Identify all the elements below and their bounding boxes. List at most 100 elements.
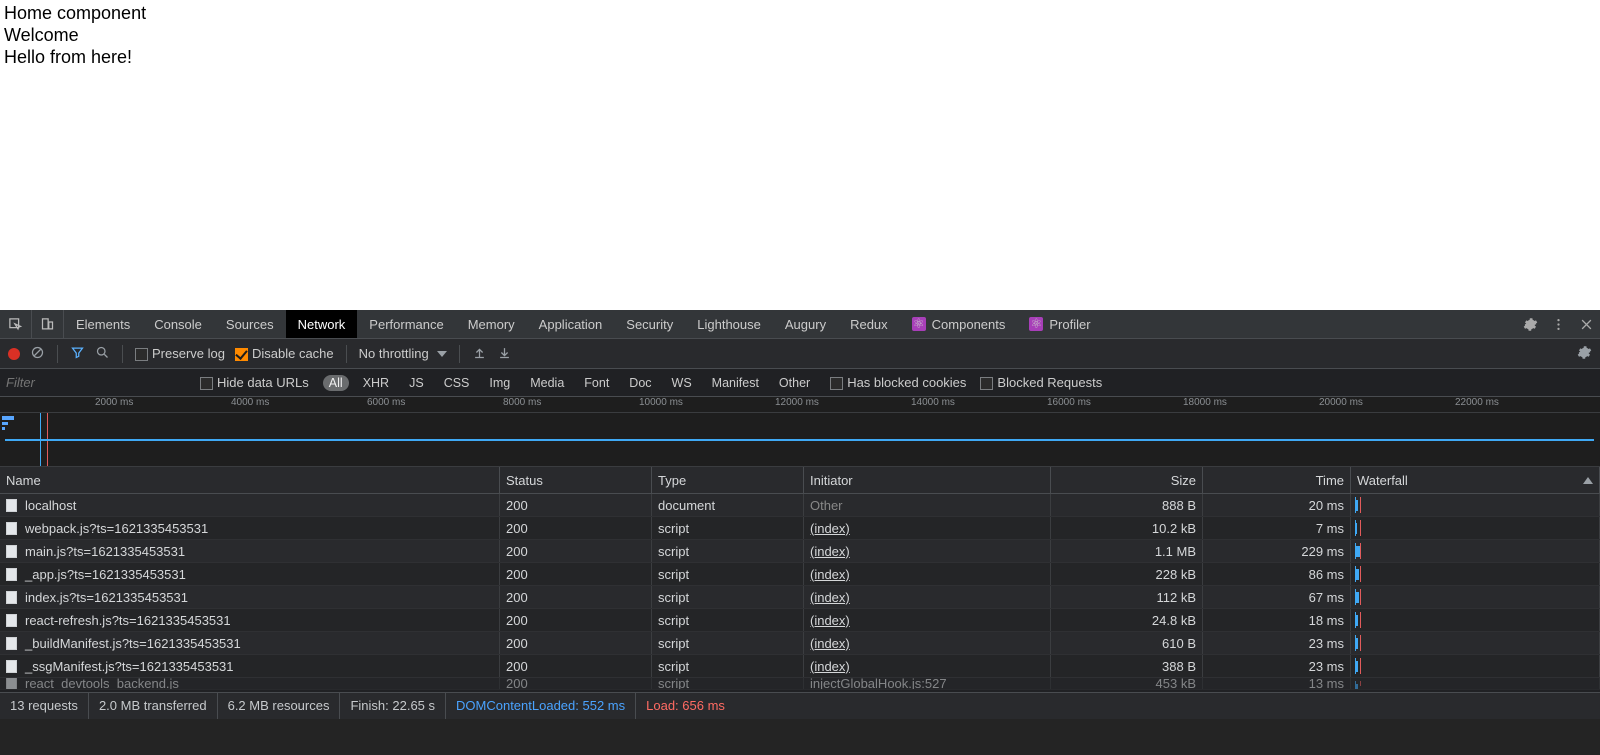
cell-time: 23 ms — [1203, 655, 1351, 677]
pill-img[interactable]: Img — [483, 375, 516, 391]
col-type[interactable]: Type — [652, 467, 804, 493]
device-toolbar-icon[interactable] — [32, 310, 64, 338]
cell-name: main.js?ts=1621335453531 — [25, 544, 185, 559]
network-settings-icon[interactable] — [1577, 345, 1592, 363]
tab-lighthouse[interactable]: Lighthouse — [685, 310, 773, 338]
table-row[interactable]: _app.js?ts=1621335453531200script(index)… — [0, 563, 1600, 586]
pill-other[interactable]: Other — [773, 375, 816, 391]
preserve-log-checkbox[interactable]: Preserve log — [135, 346, 225, 361]
table-row[interactable]: main.js?ts=1621335453531200script(index)… — [0, 540, 1600, 563]
pill-manifest[interactable]: Manifest — [706, 375, 765, 391]
pill-font[interactable]: Font — [578, 375, 615, 391]
network-toolbar: Preserve log Disable cache No throttling — [0, 339, 1600, 369]
cell-status: 200 — [500, 609, 652, 631]
cell-waterfall — [1351, 563, 1600, 585]
record-button[interactable] — [8, 348, 20, 360]
tab-elements[interactable]: Elements — [64, 310, 142, 338]
table-row[interactable]: localhost200documentOther888 B20 ms — [0, 494, 1600, 517]
table-row[interactable]: webpack.js?ts=1621335453531200script(ind… — [0, 517, 1600, 540]
tab-application[interactable]: Application — [527, 310, 615, 338]
more-menu-icon[interactable] — [1544, 310, 1572, 338]
col-initiator[interactable]: Initiator — [804, 467, 1051, 493]
table-row[interactable]: react_devtools_backend.js200scriptinject… — [0, 678, 1600, 690]
cell-initiator[interactable]: (index) — [810, 636, 850, 651]
blocked-req-label: Blocked Requests — [997, 375, 1102, 390]
filter-funnel-icon[interactable] — [70, 345, 85, 363]
cell-initiator[interactable]: (index) — [810, 613, 850, 628]
cell-name: localhost — [25, 498, 76, 513]
blocked-requests-checkbox[interactable]: Blocked Requests — [980, 375, 1102, 390]
cell-time: 13 ms — [1203, 678, 1351, 689]
tab-network[interactable]: Network — [286, 310, 358, 338]
status-requests: 13 requests — [10, 693, 89, 719]
cell-initiator[interactable]: (index) — [810, 659, 850, 674]
table-row[interactable]: react-refresh.js?ts=1621335453531200scri… — [0, 609, 1600, 632]
close-devtools-icon[interactable] — [1572, 310, 1600, 338]
col-name[interactable]: Name — [0, 467, 500, 493]
disable-cache-checkbox[interactable]: Disable cache — [235, 346, 334, 361]
pill-ws[interactable]: WS — [666, 375, 698, 391]
col-time[interactable]: Time — [1203, 467, 1351, 493]
tab-performance[interactable]: Performance — [357, 310, 455, 338]
tab-console[interactable]: Console — [142, 310, 214, 338]
tab-redux[interactable]: Redux — [838, 310, 900, 338]
pill-css[interactable]: CSS — [438, 375, 476, 391]
search-icon[interactable] — [95, 345, 110, 363]
tab-augury[interactable]: Augury — [773, 310, 838, 338]
col-status[interactable]: Status — [500, 467, 652, 493]
cell-name: index.js?ts=1621335453531 — [25, 590, 188, 605]
page-line-3: Hello from here! — [4, 46, 1596, 68]
pill-media[interactable]: Media — [524, 375, 570, 391]
tab-profiler[interactable]: ⚛Profiler — [1017, 310, 1102, 338]
col-waterfall[interactable]: Waterfall — [1351, 467, 1600, 493]
tab-profiler-label: Profiler — [1049, 317, 1090, 332]
has-blocked-label: Has blocked cookies — [847, 375, 966, 390]
settings-gear-icon[interactable] — [1516, 310, 1544, 338]
filter-input[interactable] — [6, 375, 186, 390]
table-row[interactable]: index.js?ts=1621335453531200script(index… — [0, 586, 1600, 609]
cell-status: 200 — [500, 540, 652, 562]
cell-initiator[interactable]: (index) — [810, 544, 850, 559]
tab-components-label: Components — [932, 317, 1006, 332]
status-dom-content-loaded: DOMContentLoaded: 552 ms — [446, 693, 636, 719]
table-header[interactable]: Name Status Type Initiator Size Time Wat… — [0, 467, 1600, 494]
tab-memory[interactable]: Memory — [456, 310, 527, 338]
pill-xhr[interactable]: XHR — [357, 375, 395, 391]
throttling-select[interactable]: No throttling — [359, 346, 447, 361]
table-row[interactable]: _buildManifest.js?ts=1621335453531200scr… — [0, 632, 1600, 655]
table-row[interactable]: _ssgManifest.js?ts=1621335453531200scrip… — [0, 655, 1600, 678]
cell-initiator[interactable]: injectGlobalHook.js:527 — [810, 678, 947, 690]
timeline-overview[interactable] — [0, 413, 1600, 467]
cell-waterfall — [1351, 540, 1600, 562]
cell-type: script — [652, 678, 804, 689]
devtools-tabbar: Elements Console Sources Network Perform… — [0, 310, 1600, 339]
cell-time: 20 ms — [1203, 494, 1351, 516]
timeline-ruler[interactable]: 2000 ms4000 ms6000 ms8000 ms10000 ms1200… — [0, 397, 1600, 413]
status-bar: 13 requests 2.0 MB transferred 6.2 MB re… — [0, 692, 1600, 719]
col-size[interactable]: Size — [1051, 467, 1203, 493]
hide-data-urls-checkbox[interactable]: Hide data URLs — [200, 375, 309, 390]
pill-doc[interactable]: Doc — [623, 375, 657, 391]
tab-security[interactable]: Security — [614, 310, 685, 338]
cell-initiator[interactable]: (index) — [810, 567, 850, 582]
cell-type: document — [652, 494, 804, 516]
cell-initiator[interactable]: (index) — [810, 521, 850, 536]
clear-icon[interactable] — [30, 345, 45, 363]
tab-sources[interactable]: Sources — [214, 310, 286, 338]
file-icon — [6, 637, 17, 650]
timeline-tick: 12000 ms — [775, 397, 819, 408]
pill-js[interactable]: JS — [403, 375, 430, 391]
download-har-icon[interactable] — [497, 345, 512, 363]
has-blocked-cookies-checkbox[interactable]: Has blocked cookies — [830, 375, 966, 390]
upload-har-icon[interactable] — [472, 345, 487, 363]
cell-size: 453 kB — [1051, 678, 1203, 689]
tab-components[interactable]: ⚛Components — [900, 310, 1018, 338]
pill-all[interactable]: All — [323, 375, 349, 391]
cell-size: 610 B — [1051, 632, 1203, 654]
inspect-element-icon[interactable] — [0, 310, 32, 338]
cell-waterfall — [1351, 494, 1600, 516]
cell-size: 228 kB — [1051, 563, 1203, 585]
cell-initiator[interactable]: (index) — [810, 590, 850, 605]
cell-initiator: Other — [810, 498, 843, 513]
timeline-tick: 20000 ms — [1319, 397, 1363, 408]
